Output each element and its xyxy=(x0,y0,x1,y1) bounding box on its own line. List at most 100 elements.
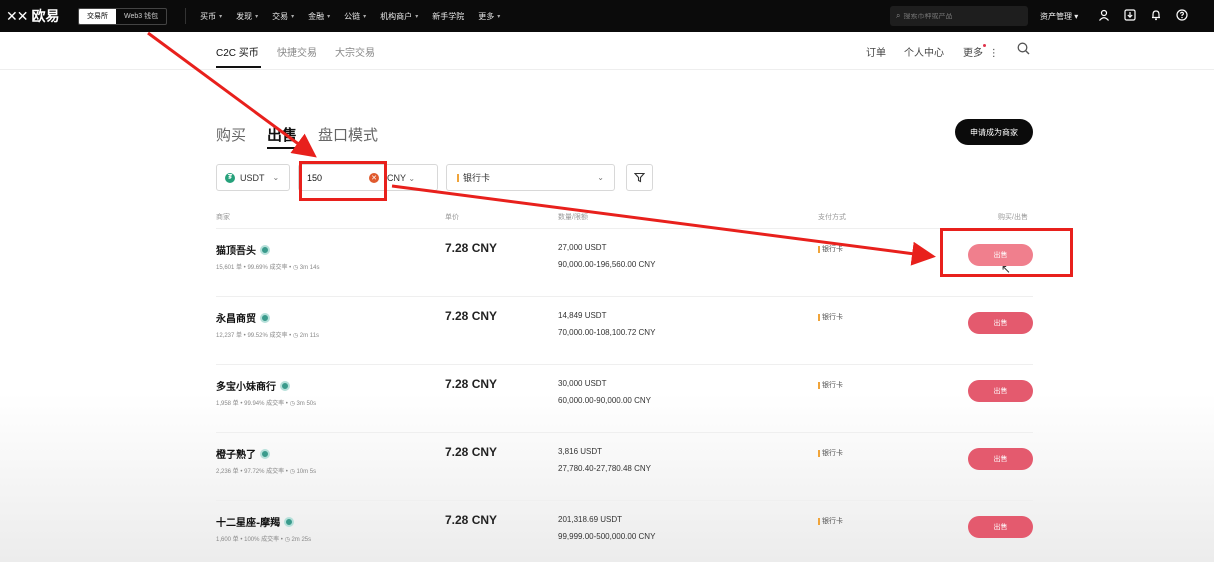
table-row: 橙子熟了 2,236 单 • 97.72% 成交率 • ◷ 10m 5s 7.2… xyxy=(216,432,1033,500)
bank-card-icon xyxy=(818,245,820,253)
header-buy-sell: 购买/出售 xyxy=(998,214,1028,221)
user-icon-svg xyxy=(1099,9,1110,21)
nav-trade[interactable]: 交易 ▾ xyxy=(272,11,294,22)
search-icon[interactable] xyxy=(1017,42,1030,58)
order-limit: 27,780.40-27,780.48 CNY xyxy=(558,464,651,473)
coin-select[interactable]: ₮ USDT ⌄ xyxy=(216,164,290,191)
bank-card-icon xyxy=(818,381,820,389)
merchant-name[interactable]: 多宝小妹商行 xyxy=(216,378,290,393)
verified-badge-icon xyxy=(280,380,290,391)
search-icon-svg xyxy=(1017,42,1030,55)
merchant-stats: 15,601 单 • 99.69% 成交率 • ◷ 3m 14s xyxy=(216,265,320,271)
apply-merchant-button[interactable]: 申请成为商家 xyxy=(955,119,1033,145)
user-icon[interactable] xyxy=(1098,9,1110,24)
chevron-down-icon: ▾ xyxy=(363,13,367,20)
available-quantity: 3,816 USDT xyxy=(558,447,603,456)
payment-method: 银行卡 xyxy=(818,312,843,322)
merchant-name[interactable]: 猫顶吾头 xyxy=(216,242,270,257)
chevron-down-icon: ⌄ xyxy=(408,173,416,183)
chevron-down-icon: ⌄ xyxy=(597,173,604,182)
header-price: 单价 xyxy=(445,214,459,221)
merchant-name[interactable]: 十二星座-摩羯 xyxy=(216,514,295,529)
download-icon[interactable] xyxy=(1124,8,1136,24)
top-search-box[interactable]: ⌕ xyxy=(890,6,1028,26)
subtab-block-trade[interactable]: 大宗交易 xyxy=(335,44,375,59)
more-dots-icon: ⋮ xyxy=(988,48,999,59)
logo-text: 欧易 xyxy=(31,8,60,24)
merchant-stats: 2,236 单 • 97.72% 成交率 • ◷ 10m 5s xyxy=(216,469,317,475)
orders-link[interactable]: 订单 xyxy=(866,44,886,59)
merchant-stats: 1,600 单 • 100% 成交率 • ◷ 2m 25s xyxy=(216,537,312,543)
payment-method: 银行卡 xyxy=(818,516,843,526)
bank-card-icon xyxy=(818,517,820,525)
more-menu[interactable]: 更多 ⋮ xyxy=(963,44,999,59)
subtab-c2c-buy[interactable]: C2C 买币 xyxy=(216,44,259,59)
mouse-cursor-icon: ↖ xyxy=(1001,262,1012,276)
available-quantity: 201,318.69 USDT xyxy=(558,515,623,524)
order-limit: 99,999.00-500,000.00 CNY xyxy=(558,532,656,541)
order-limit: 90,000.00-196,560.00 CNY xyxy=(558,260,656,269)
payment-method: 银行卡 xyxy=(818,448,843,458)
subtab-quick-trade[interactable]: 快捷交易 xyxy=(277,44,317,59)
coin-select-value: USDT xyxy=(240,172,265,183)
header-quantity-limit: 数量/限额 xyxy=(558,214,588,221)
unit-price: 7.28 CNY xyxy=(445,445,498,459)
search-icon: ⌕ xyxy=(896,11,901,20)
c2c-subnav: C2C 买币 快捷交易 大宗交易 订单 个人中心 更多 ⋮ xyxy=(0,32,1214,70)
header-payment: 支付方式 xyxy=(818,214,846,221)
header-merchant: 商家 xyxy=(216,214,230,221)
available-quantity: 30,000 USDT xyxy=(558,379,607,388)
available-quantity: 27,000 USDT xyxy=(558,243,607,252)
order-limit: 70,000.00-108,100.72 CNY xyxy=(558,328,656,337)
main-tab-active-indicator xyxy=(267,147,297,149)
payment-method-value: 银行卡 xyxy=(463,173,491,183)
merchant-name[interactable]: 永昌商贸 xyxy=(216,310,270,325)
usdt-coin-icon: ₮ xyxy=(225,172,235,183)
nav-more[interactable]: 更多 ▾ xyxy=(478,11,500,22)
unit-price: 7.28 CNY xyxy=(445,377,498,391)
filter-button[interactable] xyxy=(626,164,653,191)
nav-chain[interactable]: 公链 ▾ xyxy=(344,11,366,22)
unit-price: 7.28 CNY xyxy=(445,241,498,255)
sell-button[interactable]: 出售 xyxy=(968,448,1033,470)
payment-method: 银行卡 xyxy=(818,380,843,390)
mode-web3-button[interactable]: Web3 钱包 xyxy=(116,9,166,24)
merchant-stats: 12,237 单 • 99.52% 成交率 • ◷ 2m 11s xyxy=(216,333,320,339)
tab-sell[interactable]: 出售 xyxy=(267,124,297,145)
bell-icon[interactable] xyxy=(1150,9,1162,24)
top-search-input[interactable] xyxy=(903,12,1014,20)
merchant-name[interactable]: 橙子熟了 xyxy=(216,446,270,461)
unit-price: 7.28 CNY xyxy=(445,309,498,323)
nav-institutional[interactable]: 机构商户 ▾ xyxy=(380,11,418,22)
verified-badge-icon xyxy=(284,516,295,527)
asset-management-menu[interactable]: 资产管理 ▾ xyxy=(1040,11,1078,22)
sell-button[interactable]: 出售 xyxy=(968,312,1033,334)
top-navbar: ✕✕ 欧易 交易所 Web3 钱包 买币 ▾ 发现 ▾ 交易 ▾ 金融 ▾ 公链 ▾ 机构… xyxy=(0,0,1214,32)
table-row: 猫顶吾头 15,601 单 • 99.69% 成交率 • ◷ 3m 14s 7.… xyxy=(216,228,1033,296)
verified-badge-icon xyxy=(260,244,270,255)
sell-button[interactable]: 出售 xyxy=(968,516,1033,538)
currency-select[interactable]: CNY ⌄ xyxy=(387,173,415,183)
payment-method-select[interactable]: 银行卡 ⌄ xyxy=(446,164,615,191)
chevron-down-icon: ▾ xyxy=(219,13,223,20)
verified-badge-icon xyxy=(260,448,270,459)
nav-academy[interactable]: 新手学院 xyxy=(432,11,464,22)
tab-buy[interactable]: 购买 xyxy=(216,124,246,145)
notification-dot xyxy=(983,44,986,47)
tab-orderbook-mode[interactable]: 盘口模式 xyxy=(318,124,378,145)
mode-exchange-button[interactable]: 交易所 xyxy=(79,8,116,24)
sell-button[interactable]: 出售 xyxy=(968,380,1033,402)
chevron-down-icon: ▾ xyxy=(255,13,259,20)
top-right-actions: 资产管理 ▾ xyxy=(1040,0,1202,32)
merchant-stats: 1,958 单 • 99.94% 成交率 • ◷ 3m 50s xyxy=(216,401,317,407)
profile-center-link[interactable]: 个人中心 xyxy=(904,44,944,59)
nav-finance[interactable]: 金融 ▾ xyxy=(308,11,330,22)
nav-discover[interactable]: 发现 ▾ xyxy=(236,11,258,22)
subtab-active-indicator xyxy=(216,66,261,68)
help-icon[interactable] xyxy=(1176,8,1188,24)
okx-logo[interactable]: ✕✕ 欧易 xyxy=(6,6,70,26)
nav-buy-coin[interactable]: 买币 ▾ xyxy=(200,11,222,22)
help-icon-svg xyxy=(1176,8,1188,21)
table-row: 十二星座-摩羯 1,600 单 • 100% 成交率 • ◷ 2m 25s 7.… xyxy=(216,500,1033,562)
verified-badge-icon xyxy=(260,312,270,323)
